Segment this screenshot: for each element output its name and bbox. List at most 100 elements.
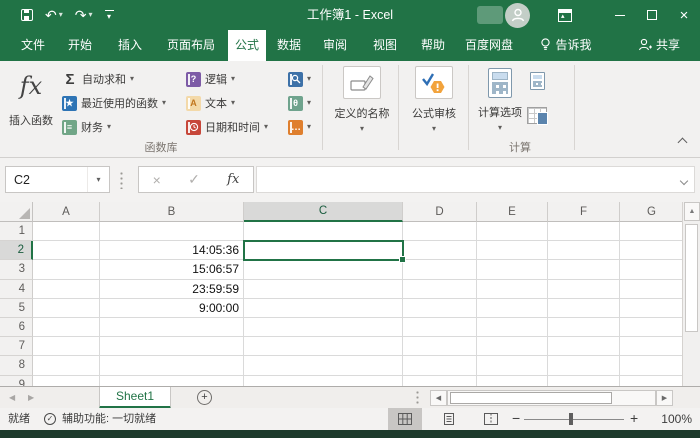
cell-G4[interactable] xyxy=(620,280,684,299)
cell-A8[interactable] xyxy=(33,356,100,375)
row-header-9[interactable]: 9 xyxy=(0,376,33,387)
cell-F7[interactable] xyxy=(548,337,620,356)
tab-review[interactable]: 审阅 xyxy=(314,30,356,61)
text-functions-button[interactable]: A 文本 ▾ xyxy=(186,92,235,114)
row-header-1[interactable]: 1 xyxy=(0,222,33,241)
cell-F1[interactable] xyxy=(548,222,620,241)
minimize-button[interactable] xyxy=(604,0,636,30)
cell-A2[interactable] xyxy=(33,241,100,260)
cell-D9[interactable] xyxy=(403,376,477,387)
cell-B5[interactable]: 9:00:00 xyxy=(100,299,244,318)
cell-A9[interactable] xyxy=(33,376,100,387)
customize-quick-access-button[interactable]: ▾ xyxy=(102,0,117,30)
cell-D5[interactable] xyxy=(403,299,477,318)
horizontal-scrollbar-thumb[interactable] xyxy=(450,392,612,404)
calculation-options-button[interactable]: 计算选项 ▾ xyxy=(472,68,528,132)
tab-tell-me[interactable]: 告诉我 xyxy=(530,30,602,61)
math-trig-button[interactable]: θ ▾ xyxy=(288,92,311,114)
cell-G8[interactable] xyxy=(620,356,684,375)
column-header-E[interactable]: E xyxy=(477,202,548,222)
tab-baidu-netdisk[interactable]: 百度网盘 xyxy=(458,30,520,61)
calculate-sheet-button[interactable] xyxy=(527,104,547,126)
vertical-scrollbar[interactable]: ▲ xyxy=(682,202,700,386)
name-box[interactable]: C2 ▾ xyxy=(5,166,110,193)
cell-B6[interactable] xyxy=(100,318,244,337)
cell-E9[interactable] xyxy=(477,376,548,387)
tab-data[interactable]: 数据 xyxy=(268,30,310,61)
tab-bar-resize-handle[interactable] xyxy=(416,390,419,406)
zoom-in-button[interactable]: + xyxy=(630,408,638,430)
cell-A6[interactable] xyxy=(33,318,100,337)
cell-D6[interactable] xyxy=(403,318,477,337)
cell-A5[interactable] xyxy=(33,299,100,318)
column-header-F[interactable]: F xyxy=(548,202,620,222)
row-header-8[interactable]: 8 xyxy=(0,356,33,375)
save-button[interactable] xyxy=(18,0,36,30)
tab-file[interactable]: 文件 xyxy=(10,30,56,61)
cell-C3[interactable] xyxy=(244,260,403,279)
sheet-tab-sheet1[interactable]: Sheet1 xyxy=(99,387,171,409)
tab-formulas[interactable]: 公式 xyxy=(228,30,266,61)
cell-E3[interactable] xyxy=(477,260,548,279)
row-header-3[interactable]: 3 xyxy=(0,260,33,279)
cell-B4[interactable]: 23:59:59 xyxy=(100,280,244,299)
zoom-slider-handle[interactable] xyxy=(569,413,573,425)
row-header-2[interactable]: 2 xyxy=(0,241,33,260)
calculate-now-button[interactable] xyxy=(530,70,545,92)
lookup-reference-button[interactable]: ▾ xyxy=(288,68,311,90)
cell-F4[interactable] xyxy=(548,280,620,299)
cell-B3[interactable]: 15:06:57 xyxy=(100,260,244,279)
cell-E1[interactable] xyxy=(477,222,548,241)
tab-help[interactable]: 帮助 xyxy=(412,30,454,61)
page-break-preview-button[interactable] xyxy=(474,408,508,430)
page-layout-view-button[interactable] xyxy=(432,408,466,430)
scroll-right-icon[interactable]: ▶ xyxy=(656,390,673,406)
cell-selection-outline[interactable] xyxy=(243,240,404,261)
undo-button[interactable]: ↶▾ xyxy=(42,0,66,30)
cell-F3[interactable] xyxy=(548,260,620,279)
cell-E8[interactable] xyxy=(477,356,548,375)
cell-F5[interactable] xyxy=(548,299,620,318)
collapse-ribbon-button[interactable] xyxy=(678,138,688,148)
cell-G6[interactable] xyxy=(620,318,684,337)
cell-F9[interactable] xyxy=(548,376,620,387)
column-header-C[interactable]: C xyxy=(244,202,403,222)
cell-D1[interactable] xyxy=(403,222,477,241)
cell-C1[interactable] xyxy=(244,222,403,241)
zoom-level[interactable]: 100% xyxy=(646,408,692,430)
cell-A1[interactable] xyxy=(33,222,100,241)
cell-A4[interactable] xyxy=(33,280,100,299)
column-header-G[interactable]: G xyxy=(620,202,684,222)
zoom-slider-track[interactable] xyxy=(524,419,624,420)
cell-A7[interactable] xyxy=(33,337,100,356)
formula-input[interactable] xyxy=(256,166,695,193)
zoom-out-button[interactable]: − xyxy=(512,408,520,430)
logical-button[interactable]: ? 逻辑 ▾ xyxy=(186,68,235,90)
scroll-up-icon[interactable]: ▲ xyxy=(684,202,700,221)
row-header-4[interactable]: 4 xyxy=(0,280,33,299)
cell-D2[interactable] xyxy=(403,241,477,260)
more-functions-button[interactable]: … ▾ xyxy=(288,116,311,138)
cell-D3[interactable] xyxy=(403,260,477,279)
formula-auditing-button[interactable]: 公式审核 ▾ xyxy=(402,66,466,133)
scroll-left-icon[interactable]: ◀ xyxy=(430,390,447,406)
cell-E4[interactable] xyxy=(477,280,548,299)
autosum-button[interactable]: Σ 自动求和 ▾ xyxy=(62,68,134,90)
cell-G3[interactable] xyxy=(620,260,684,279)
cell-B9[interactable] xyxy=(100,376,244,387)
cell-G1[interactable] xyxy=(620,222,684,241)
cell-G7[interactable] xyxy=(620,337,684,356)
cell-G2[interactable] xyxy=(620,241,684,260)
row-header-7[interactable]: 7 xyxy=(0,337,33,356)
column-header-A[interactable]: A xyxy=(33,202,100,222)
row-header-6[interactable]: 6 xyxy=(0,318,33,337)
horizontal-scrollbar[interactable] xyxy=(447,390,656,406)
user-avatar[interactable] xyxy=(505,3,530,28)
insert-function-button[interactable]: fx 插入函数 xyxy=(4,66,58,142)
previous-sheet-icon[interactable]: ◀ xyxy=(9,387,15,409)
cell-C4[interactable] xyxy=(244,280,403,299)
expand-formula-bar-icon[interactable] xyxy=(674,171,694,189)
cell-E7[interactable] xyxy=(477,337,548,356)
cell-C7[interactable] xyxy=(244,337,403,356)
column-header-B[interactable]: B xyxy=(100,202,244,222)
